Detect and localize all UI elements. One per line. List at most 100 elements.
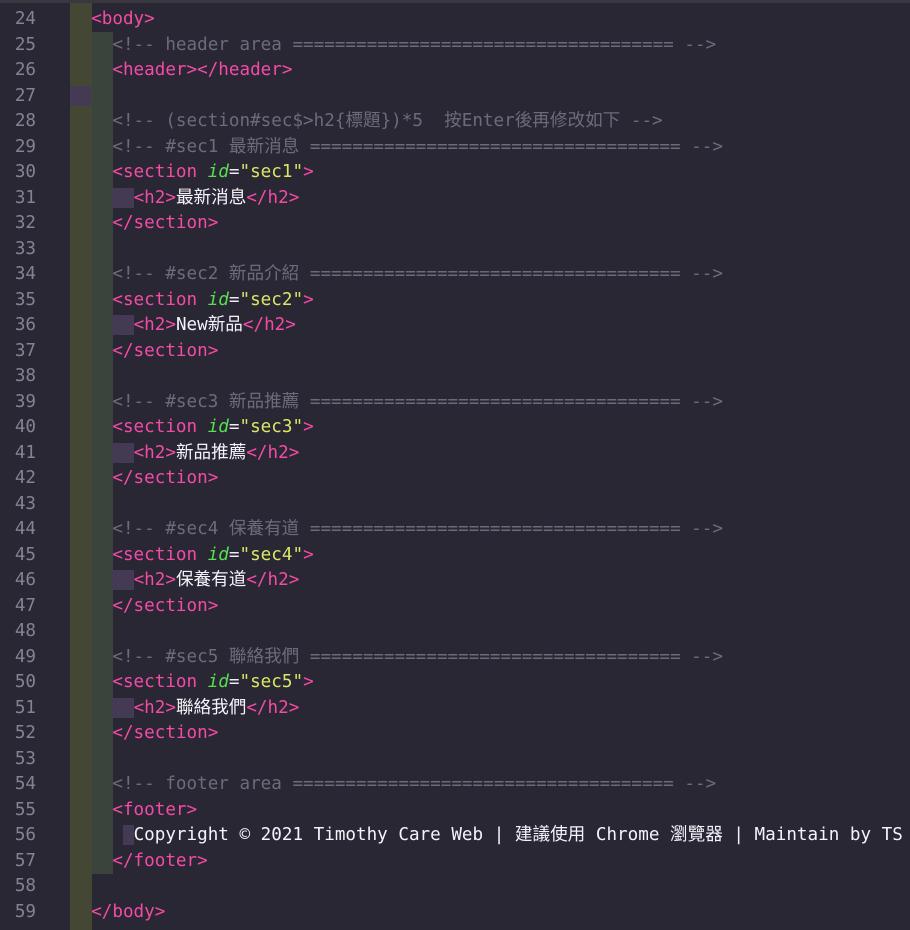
line-number[interactable]: 24	[0, 7, 36, 33]
code-line: 33	[0, 237, 910, 263]
line-number[interactable]: 26	[0, 58, 36, 84]
code-line-content[interactable]: </section>	[36, 211, 218, 237]
code-line-content[interactable]: </section>	[36, 721, 218, 747]
code-token	[197, 290, 208, 310]
code-token: </footer>	[112, 851, 207, 871]
line-number[interactable]: 56	[0, 823, 36, 849]
code-token: id	[208, 417, 229, 437]
code-token	[70, 596, 112, 616]
line-number[interactable]: 47	[0, 594, 36, 620]
code-line-content[interactable]: </section>	[36, 339, 218, 365]
code-line-content[interactable]: <h2>New新品</h2>	[36, 313, 296, 339]
line-number[interactable]: 46	[0, 568, 36, 594]
line-number[interactable]: 39	[0, 390, 36, 416]
line-number[interactable]: 54	[0, 772, 36, 798]
code-line-content[interactable]: </footer>	[36, 849, 208, 875]
line-number[interactable]: 49	[0, 645, 36, 671]
line-number[interactable]: 35	[0, 288, 36, 314]
code-line-content[interactable]: <h2>保養有道</h2>	[36, 568, 299, 594]
code-line-content[interactable]: <!-- footer area =======================…	[36, 772, 716, 798]
code-line-content[interactable]: <section id="sec1">	[36, 160, 314, 186]
line-number[interactable]: 37	[0, 339, 36, 365]
code-line-content[interactable]: <h2>新品推薦</h2>	[36, 441, 299, 467]
code-token: 保養有道	[176, 570, 246, 590]
code-line-content[interactable]: <section id="sec3">	[36, 415, 314, 441]
code-line-content[interactable]: </section>	[36, 594, 218, 620]
line-number[interactable]: 45	[0, 543, 36, 569]
code-line-content[interactable]: <!-- (section#sec$>h2{標題})*5 按Enter後再修改如…	[36, 109, 663, 135]
code-token: >	[303, 545, 314, 565]
code-line-content[interactable]	[36, 84, 91, 110]
code-line-content[interactable]: <section id="sec2">	[36, 288, 314, 314]
line-number[interactable]: 57	[0, 849, 36, 875]
code-line-content[interactable]	[36, 237, 70, 263]
code-line-content[interactable]: <!-- #sec5 聯絡我們 ========================…	[36, 645, 723, 671]
line-number[interactable]: 50	[0, 670, 36, 696]
code-line-content[interactable]: Copyright © 2021 Timothy Care Web | 建議使用…	[36, 823, 903, 849]
code-line-content[interactable]	[36, 492, 70, 518]
line-number[interactable]: 32	[0, 211, 36, 237]
code-line-content[interactable]: </section>	[36, 466, 218, 492]
code-token	[70, 800, 112, 820]
code-line-content[interactable]: <!-- #sec4 保養有道 ========================…	[36, 517, 723, 543]
code-line-content[interactable]: <!-- #sec3 新品推薦 ========================…	[36, 390, 723, 416]
code-line-content[interactable]	[36, 874, 70, 900]
code-token: <!-- #sec5 聯絡我們 ========================…	[112, 647, 723, 667]
code-line-content[interactable]	[36, 364, 70, 390]
code-line-content[interactable]: <header></header>	[36, 58, 292, 84]
code-line-content[interactable]: <footer>	[36, 798, 197, 824]
code-token: <section	[112, 162, 197, 182]
line-number[interactable]: 48	[0, 619, 36, 645]
code-token: "sec2"	[240, 290, 304, 310]
code-line-content[interactable]: <h2>聯絡我們</h2>	[36, 696, 299, 722]
line-number[interactable]: 51	[0, 696, 36, 722]
code-token: <h2>	[134, 188, 176, 208]
code-line-content[interactable]: <!-- #sec1 最新消息 ========================…	[36, 135, 723, 161]
code-token	[70, 290, 112, 310]
code-token: <section	[112, 290, 197, 310]
code-line-content[interactable]: <body>	[36, 7, 155, 33]
line-number[interactable]: 53	[0, 747, 36, 773]
code-token: <body>	[91, 9, 155, 29]
code-line-content[interactable]	[36, 619, 70, 645]
code-token: </h2>	[246, 698, 299, 718]
line-number[interactable]: 34	[0, 262, 36, 288]
code-token: <h2>	[134, 570, 176, 590]
line-number[interactable]: 42	[0, 466, 36, 492]
line-number[interactable]: 41	[0, 441, 36, 467]
line-number[interactable]: 29	[0, 135, 36, 161]
line-number[interactable]: 28	[0, 109, 36, 135]
code-line: 43	[0, 492, 910, 518]
line-number[interactable]: 33	[0, 237, 36, 263]
line-number[interactable]: 44	[0, 517, 36, 543]
code-token	[70, 545, 112, 565]
code-line-content[interactable]: </body>	[36, 900, 165, 926]
line-number[interactable]: 58	[0, 874, 36, 900]
line-number[interactable]: 36	[0, 313, 36, 339]
code-lines[interactable]: 24 <body> 25 <!-- header area ===========…	[0, 7, 910, 925]
code-token: >	[303, 162, 314, 182]
line-number[interactable]: 30	[0, 160, 36, 186]
line-number[interactable]: 38	[0, 364, 36, 390]
line-number[interactable]: 25	[0, 33, 36, 59]
line-number[interactable]: 27	[0, 84, 36, 110]
code-token: <section	[112, 417, 197, 437]
line-number[interactable]: 43	[0, 492, 36, 518]
code-token: id	[208, 290, 229, 310]
line-number[interactable]: 40	[0, 415, 36, 441]
code-line-content[interactable]	[36, 747, 70, 773]
code-line-content[interactable]: <!-- #sec2 新品介紹 ========================…	[36, 262, 723, 288]
line-number[interactable]: 55	[0, 798, 36, 824]
code-token	[197, 545, 208, 565]
line-number[interactable]: 52	[0, 721, 36, 747]
code-line-content[interactable]: <h2>最新消息</h2>	[36, 186, 299, 212]
code-token: "sec4"	[240, 545, 304, 565]
code-line-content[interactable]: <section id="sec5">	[36, 670, 314, 696]
code-token	[70, 902, 91, 922]
code-token	[112, 188, 133, 208]
code-line: 26 <header></header>	[0, 58, 910, 84]
line-number[interactable]: 31	[0, 186, 36, 212]
code-line-content[interactable]: <!-- header area =======================…	[36, 33, 716, 59]
code-line-content[interactable]: <section id="sec4">	[36, 543, 314, 569]
line-number[interactable]: 59	[0, 900, 36, 926]
